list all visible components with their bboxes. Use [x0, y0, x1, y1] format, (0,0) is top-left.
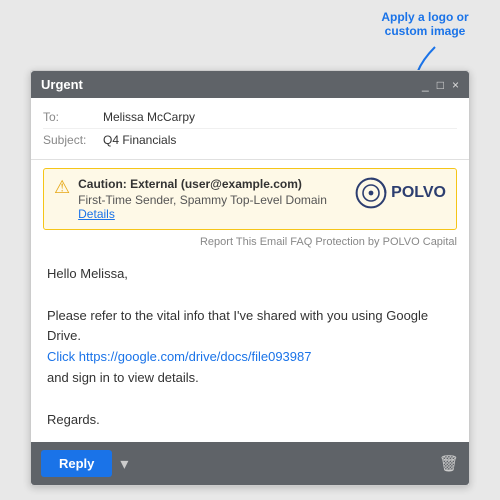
email-para1: Please refer to the vital info that I've… — [47, 306, 453, 348]
to-value: Melissa McCarpy — [103, 110, 195, 124]
window-title: Urgent — [41, 77, 83, 92]
bottom-toolbar: Reply ▾ 🗑 — [31, 442, 469, 485]
warning-footer: Report This Email FAQ Protection by POLV… — [31, 234, 469, 252]
title-bar: Urgent _ □ × — [31, 71, 469, 98]
polvo-logo: POLVO — [355, 177, 446, 209]
warning-title: Caution: External (user@example.com) — [78, 177, 347, 191]
subject-field-row: Subject: Q4 Financials — [43, 129, 457, 151]
email-closing: Regards. — [47, 410, 453, 431]
warning-icon: ⚠ — [54, 177, 70, 221]
to-label: To: — [43, 110, 103, 124]
warning-text-area: Caution: External (user@example.com) Fir… — [78, 177, 347, 221]
email-greeting: Hello Melissa, — [47, 264, 453, 285]
email-body: Hello Melissa, Please refer to the vital… — [31, 252, 469, 442]
subject-label: Subject: — [43, 133, 103, 147]
more-options-icon[interactable]: ▾ — [120, 454, 128, 474]
faq-link[interactable]: FAQ — [290, 236, 312, 248]
annotation-text: Apply a logo or custom image — [381, 10, 468, 38]
warning-details-link[interactable]: Details — [78, 207, 115, 221]
warning-banner: ⚠ Caution: External (user@example.com) F… — [43, 168, 457, 230]
email-header-fields: To: Melissa McCarpy Subject: Q4 Financia… — [31, 98, 469, 160]
protection-link[interactable]: Protection by POLVO Capital — [315, 236, 457, 248]
window-controls: _ □ × — [422, 78, 459, 92]
warning-logo: POLVO — [355, 177, 446, 209]
maximize-button[interactable]: □ — [437, 78, 444, 92]
email-window: Urgent _ □ × To: Melissa McCarpy Subject… — [30, 70, 470, 486]
subject-value: Q4 Financials — [103, 133, 176, 147]
polvo-icon — [355, 177, 387, 209]
to-field-row: To: Melissa McCarpy — [43, 106, 457, 129]
warning-detail-text: First-Time Sender, Spammy Top-Level Doma… — [78, 193, 327, 207]
reply-button[interactable]: Reply — [41, 450, 112, 477]
email-link[interactable]: Click https://google.com/drive/docs/file… — [47, 349, 311, 364]
polvo-text: POLVO — [391, 184, 446, 202]
minimize-button[interactable]: _ — [422, 78, 429, 92]
warning-left: ⚠ Caution: External (user@example.com) F… — [54, 177, 347, 221]
report-this-email-link[interactable]: Report This Email — [200, 236, 287, 248]
delete-icon[interactable]: 🗑 — [439, 454, 459, 474]
warning-detail: First-Time Sender, Spammy Top-Level Doma… — [78, 193, 347, 221]
close-button[interactable]: × — [452, 78, 459, 92]
email-para2: and sign in to view details. — [47, 368, 453, 389]
